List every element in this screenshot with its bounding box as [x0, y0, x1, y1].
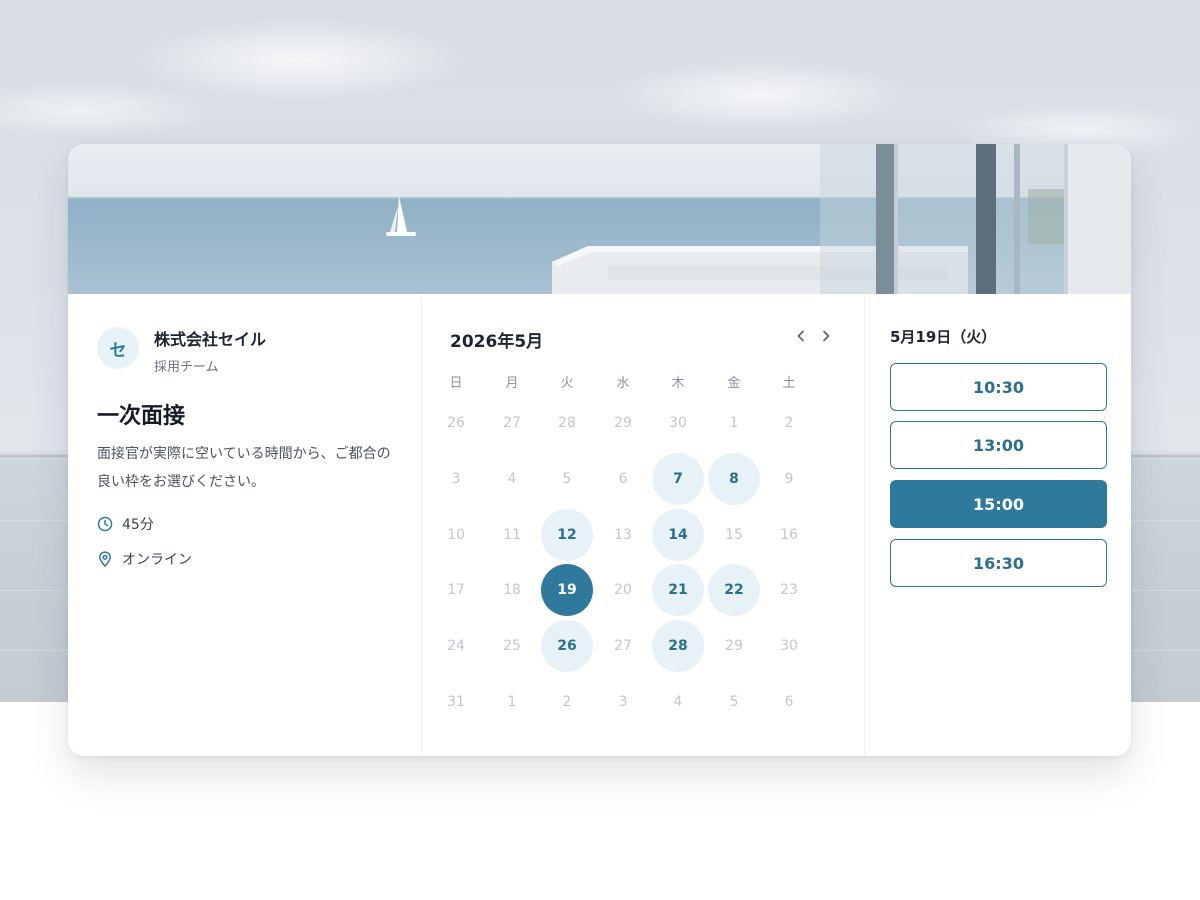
event-info-panel: セ 株式会社セイル 採用チーム 一次面接 面接官が実際に空いている時間から、ご都… [68, 294, 422, 756]
calendar-day: 16 [780, 527, 798, 543]
calendar-day: 30 [669, 415, 687, 431]
calendar-day: 30 [780, 638, 798, 654]
calendar-day: 9 [784, 471, 794, 487]
calendar-day-selected[interactable]: 19 [541, 564, 593, 616]
calendar-day: 4 [673, 694, 683, 710]
calendar-day-available[interactable]: 21 [652, 564, 704, 616]
calendar-day: 13 [614, 527, 632, 543]
duration-label: 45分 [122, 517, 154, 533]
time-slot-panel: 5月19日（火） 10:30 13:00 15:00 16:30 [865, 294, 1131, 756]
clock-icon [97, 516, 113, 532]
chevron-right-icon [823, 330, 830, 342]
organizer-team: 採用チーム [154, 360, 219, 375]
time-slot-selected-button[interactable]: 15:00 [890, 480, 1107, 528]
calendar-day: 5 [729, 694, 739, 710]
time-slot-button[interactable]: 10:30 [890, 363, 1107, 411]
calendar-day: 31 [447, 694, 465, 710]
booking-card: セ 株式会社セイル 採用チーム 一次面接 面接官が実際に空いている時間から、ご都… [68, 144, 1131, 756]
calendar-day-available[interactable]: 28 [652, 620, 704, 672]
hero-illustration [68, 144, 1131, 294]
time-slot-button[interactable]: 16:30 [890, 539, 1107, 587]
calendar-day: 15 [725, 527, 743, 543]
calendar-day-available[interactable]: 26 [541, 620, 593, 672]
prev-month-button[interactable] [792, 327, 810, 345]
duration-row: 45分 [97, 514, 154, 534]
weekday-label: 水 [616, 376, 630, 391]
next-month-button[interactable] [817, 327, 835, 345]
calendar-day: 27 [614, 638, 632, 654]
calendar-day-available[interactable]: 22 [708, 564, 760, 616]
time-slot-button[interactable]: 13:00 [890, 421, 1107, 469]
map-pin-icon [99, 551, 111, 567]
weekday-label: 日 [449, 376, 463, 391]
weekday-label: 土 [782, 376, 796, 391]
calendar-day-available[interactable]: 7 [652, 453, 704, 505]
hero-image [68, 144, 1131, 294]
calendar-day: 10 [447, 527, 465, 543]
calendar-day: 29 [614, 415, 632, 431]
organizer-avatar: セ [97, 327, 139, 369]
calendar-day: 1 [507, 694, 517, 710]
organizer-name: 株式会社セイル [154, 330, 267, 349]
calendar-day: 17 [447, 582, 465, 598]
calendar-day: 27 [503, 415, 521, 431]
calendar-day: 1 [729, 415, 739, 431]
location-label: オンライン [122, 552, 192, 568]
location-row: オンライン [97, 549, 192, 569]
calendar-day: 6 [784, 694, 794, 710]
calendar-day: 24 [447, 638, 465, 654]
calendar-day: 20 [614, 582, 632, 598]
calendar-day: 18 [503, 582, 521, 598]
calendar-day: 28 [558, 415, 576, 431]
calendar-day: 3 [618, 694, 628, 710]
selected-date-heading: 5月19日（火） [890, 328, 997, 346]
calendar-day: 3 [451, 471, 461, 487]
calendar-panel: 2026年5月 日月火水木金土 26 27 28 29 30 1 2 3 4 5 6 7 8 9 10 11 1… [422, 294, 865, 756]
calendar-day: 23 [780, 582, 798, 598]
calendar-day: 26 [447, 415, 465, 431]
calendar-day: 4 [507, 471, 517, 487]
calendar-day: 6 [618, 471, 628, 487]
calendar-day: 2 [784, 415, 794, 431]
weekday-label: 月 [505, 376, 519, 391]
calendar-day: 11 [503, 527, 521, 543]
calendar-day: 29 [725, 638, 743, 654]
calendar-day: 2 [562, 694, 572, 710]
calendar-day-available[interactable]: 14 [652, 509, 704, 561]
event-description: 面接官が実際に空いている時間から、ご都合の良い枠をお選びください。 [97, 446, 391, 490]
calendar-day: 25 [503, 638, 521, 654]
calendar-day-available[interactable]: 8 [708, 453, 760, 505]
weekday-label: 金 [727, 376, 741, 391]
event-title: 一次面接 [97, 404, 186, 429]
calendar-day: 5 [562, 471, 572, 487]
chevron-left-icon [797, 330, 804, 342]
calendar-day-available[interactable]: 12 [541, 509, 593, 561]
weekday-label: 木 [671, 376, 685, 391]
month-title: 2026年5月 [450, 332, 544, 352]
weekday-label: 火 [560, 376, 574, 391]
